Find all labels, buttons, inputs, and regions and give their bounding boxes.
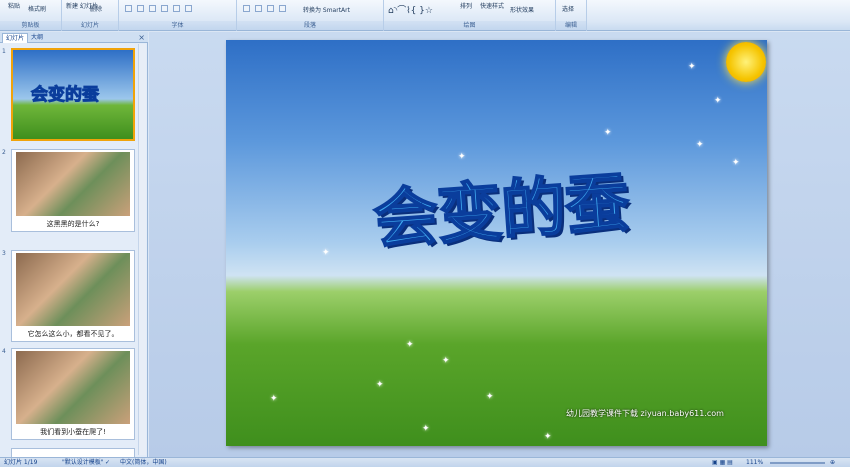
align-left-icon[interactable] xyxy=(243,5,250,12)
current-slide[interactable]: ✦ ✦ ✦ ✦ ✦ ✦ ✦ ✦ ✦ ✦ ✦ ✦ ✦ ✦ 会变的蚕 幼儿园教学课件… xyxy=(226,40,767,446)
format-painter-button[interactable]: 格式刷 xyxy=(28,4,46,13)
spellcheck-icon[interactable]: ✓ xyxy=(105,458,110,467)
bold-icon[interactable] xyxy=(125,5,132,12)
thumbnail-title: 会变的蚕 xyxy=(31,85,100,106)
ribbon: 粘贴 格式刷 剪贴板 新建 幻灯片 删除 幻灯片 字体 转换为 SmartArt… xyxy=(0,0,850,31)
sparkle-icon: ✦ xyxy=(406,340,414,350)
align-right-icon[interactable] xyxy=(267,5,274,12)
sun-icon xyxy=(726,42,766,82)
status-bar: 幻灯片 1/19 "默认设计模板" ✓ 中文(简体，中国) ▣ ▦ ▤ 111%… xyxy=(0,457,850,467)
theme-name: "默认设计模板" xyxy=(62,459,104,466)
group-label: 段落 xyxy=(237,21,383,30)
group-label: 绘图 xyxy=(384,21,555,30)
group-label: 剪贴板 xyxy=(0,21,61,30)
slides-group: 新建 幻灯片 删除 幻灯片 xyxy=(62,0,119,31)
slide-thumbnail-2[interactable]: 这黑黑的是什么? xyxy=(11,149,135,232)
slide-thumbnail-3[interactable]: 它怎么这么小，都看不见了。 xyxy=(11,250,135,342)
sparkle-icon: ✦ xyxy=(442,356,450,366)
drawing-group: ⌂◝⌒⌇{ }☆ 排列 快速样式 形状效果 绘图 xyxy=(384,0,556,31)
slide-photo xyxy=(16,351,130,424)
align-center-icon[interactable] xyxy=(255,5,262,12)
sparkle-icon: ✦ xyxy=(688,62,696,72)
language: 中文(简体，中国) xyxy=(120,459,167,466)
slide-number: 2 xyxy=(2,149,6,156)
delete-slide-button[interactable]: 删除 xyxy=(90,4,102,13)
paste-button[interactable]: 粘贴 xyxy=(8,1,20,10)
clipboard-group: 粘贴 格式刷 剪贴板 xyxy=(0,0,62,31)
sparkle-icon: ✦ xyxy=(486,392,494,402)
close-icon[interactable]: × xyxy=(138,32,145,43)
slide-caption: 我们看到小蚕在爬了! xyxy=(40,428,106,436)
select-button[interactable]: 选择 xyxy=(562,4,574,13)
convert-smartart-button[interactable]: 转换为 SmartArt xyxy=(303,5,350,14)
watermark: 幼儿园教学课件下载 ziyuan.baby611.com xyxy=(566,409,724,418)
sparkle-icon: ✦ xyxy=(544,432,552,442)
sparkle-icon: ✦ xyxy=(696,140,704,150)
slide-photo xyxy=(16,253,130,326)
zoom-slider[interactable] xyxy=(770,462,825,464)
slide-caption: 这黑黑的是什么? xyxy=(46,220,100,228)
group-label: 字体 xyxy=(119,21,236,30)
sparkle-icon: ✦ xyxy=(732,158,740,168)
justify-icon[interactable] xyxy=(279,5,286,12)
editing-group: 选择 编辑 xyxy=(556,0,587,31)
group-label: 幻灯片 xyxy=(62,21,118,30)
sparkle-icon: ✦ xyxy=(270,394,278,404)
underline-icon[interactable] xyxy=(149,5,156,12)
paragraph-group: 转换为 SmartArt 段落 xyxy=(237,0,384,31)
group-label: 编辑 xyxy=(556,21,586,30)
arrange-button[interactable]: 排列 xyxy=(460,1,472,10)
slide-counter: 幻灯片 1/19 xyxy=(4,459,38,466)
strikethrough-icon[interactable] xyxy=(161,5,168,12)
fit-window-icon[interactable]: ⊕ xyxy=(830,458,835,467)
sparkle-icon: ✦ xyxy=(714,96,722,106)
slide-thumbnail-4[interactable]: 我们看到小蚕在爬了! xyxy=(11,348,135,440)
tab-outline[interactable]: 大纲 xyxy=(28,33,46,43)
shape-effects-button[interactable]: 形状效果 xyxy=(510,5,534,14)
sparkle-icon: ✦ xyxy=(458,152,466,162)
panel-scrollbar[interactable] xyxy=(138,44,146,455)
slide-number: 4 xyxy=(2,348,6,355)
sparkle-icon: ✦ xyxy=(376,380,384,390)
slide-title[interactable]: 会变的蚕 xyxy=(308,147,693,265)
slide-photo xyxy=(16,152,130,216)
font-group: 字体 xyxy=(119,0,237,31)
shadow-icon[interactable] xyxy=(173,5,180,12)
quick-styles-button[interactable]: 快速样式 xyxy=(480,1,504,10)
panel-tabs: 幻灯片 大纲 × xyxy=(0,32,148,43)
shapes-gallery[interactable]: ⌂◝⌒⌇{ }☆ xyxy=(388,3,433,16)
slide-thumbnail-1[interactable]: 会变的蚕 xyxy=(11,48,135,141)
slide-number: 3 xyxy=(2,250,6,257)
slide-number: 1 xyxy=(2,48,6,55)
tab-slides[interactable]: 幻灯片 xyxy=(2,33,29,43)
sparkle-icon: ✦ xyxy=(422,424,430,434)
font-color-icon[interactable] xyxy=(185,5,192,12)
zoom-level[interactable]: 111% xyxy=(746,458,763,467)
view-buttons[interactable]: ▣ ▦ ▤ xyxy=(712,458,733,467)
slide-caption: 它怎么这么小，都看不见了。 xyxy=(27,330,119,338)
italic-icon[interactable] xyxy=(137,5,144,12)
sparkle-icon: ✦ xyxy=(604,128,612,138)
slide-thumbnail-5[interactable] xyxy=(11,448,135,457)
slides-panel: 幻灯片 大纲 × 1 会变的蚕 2 这黑黑的是什么? 3 它怎么这么小，都看不见… xyxy=(0,32,148,457)
